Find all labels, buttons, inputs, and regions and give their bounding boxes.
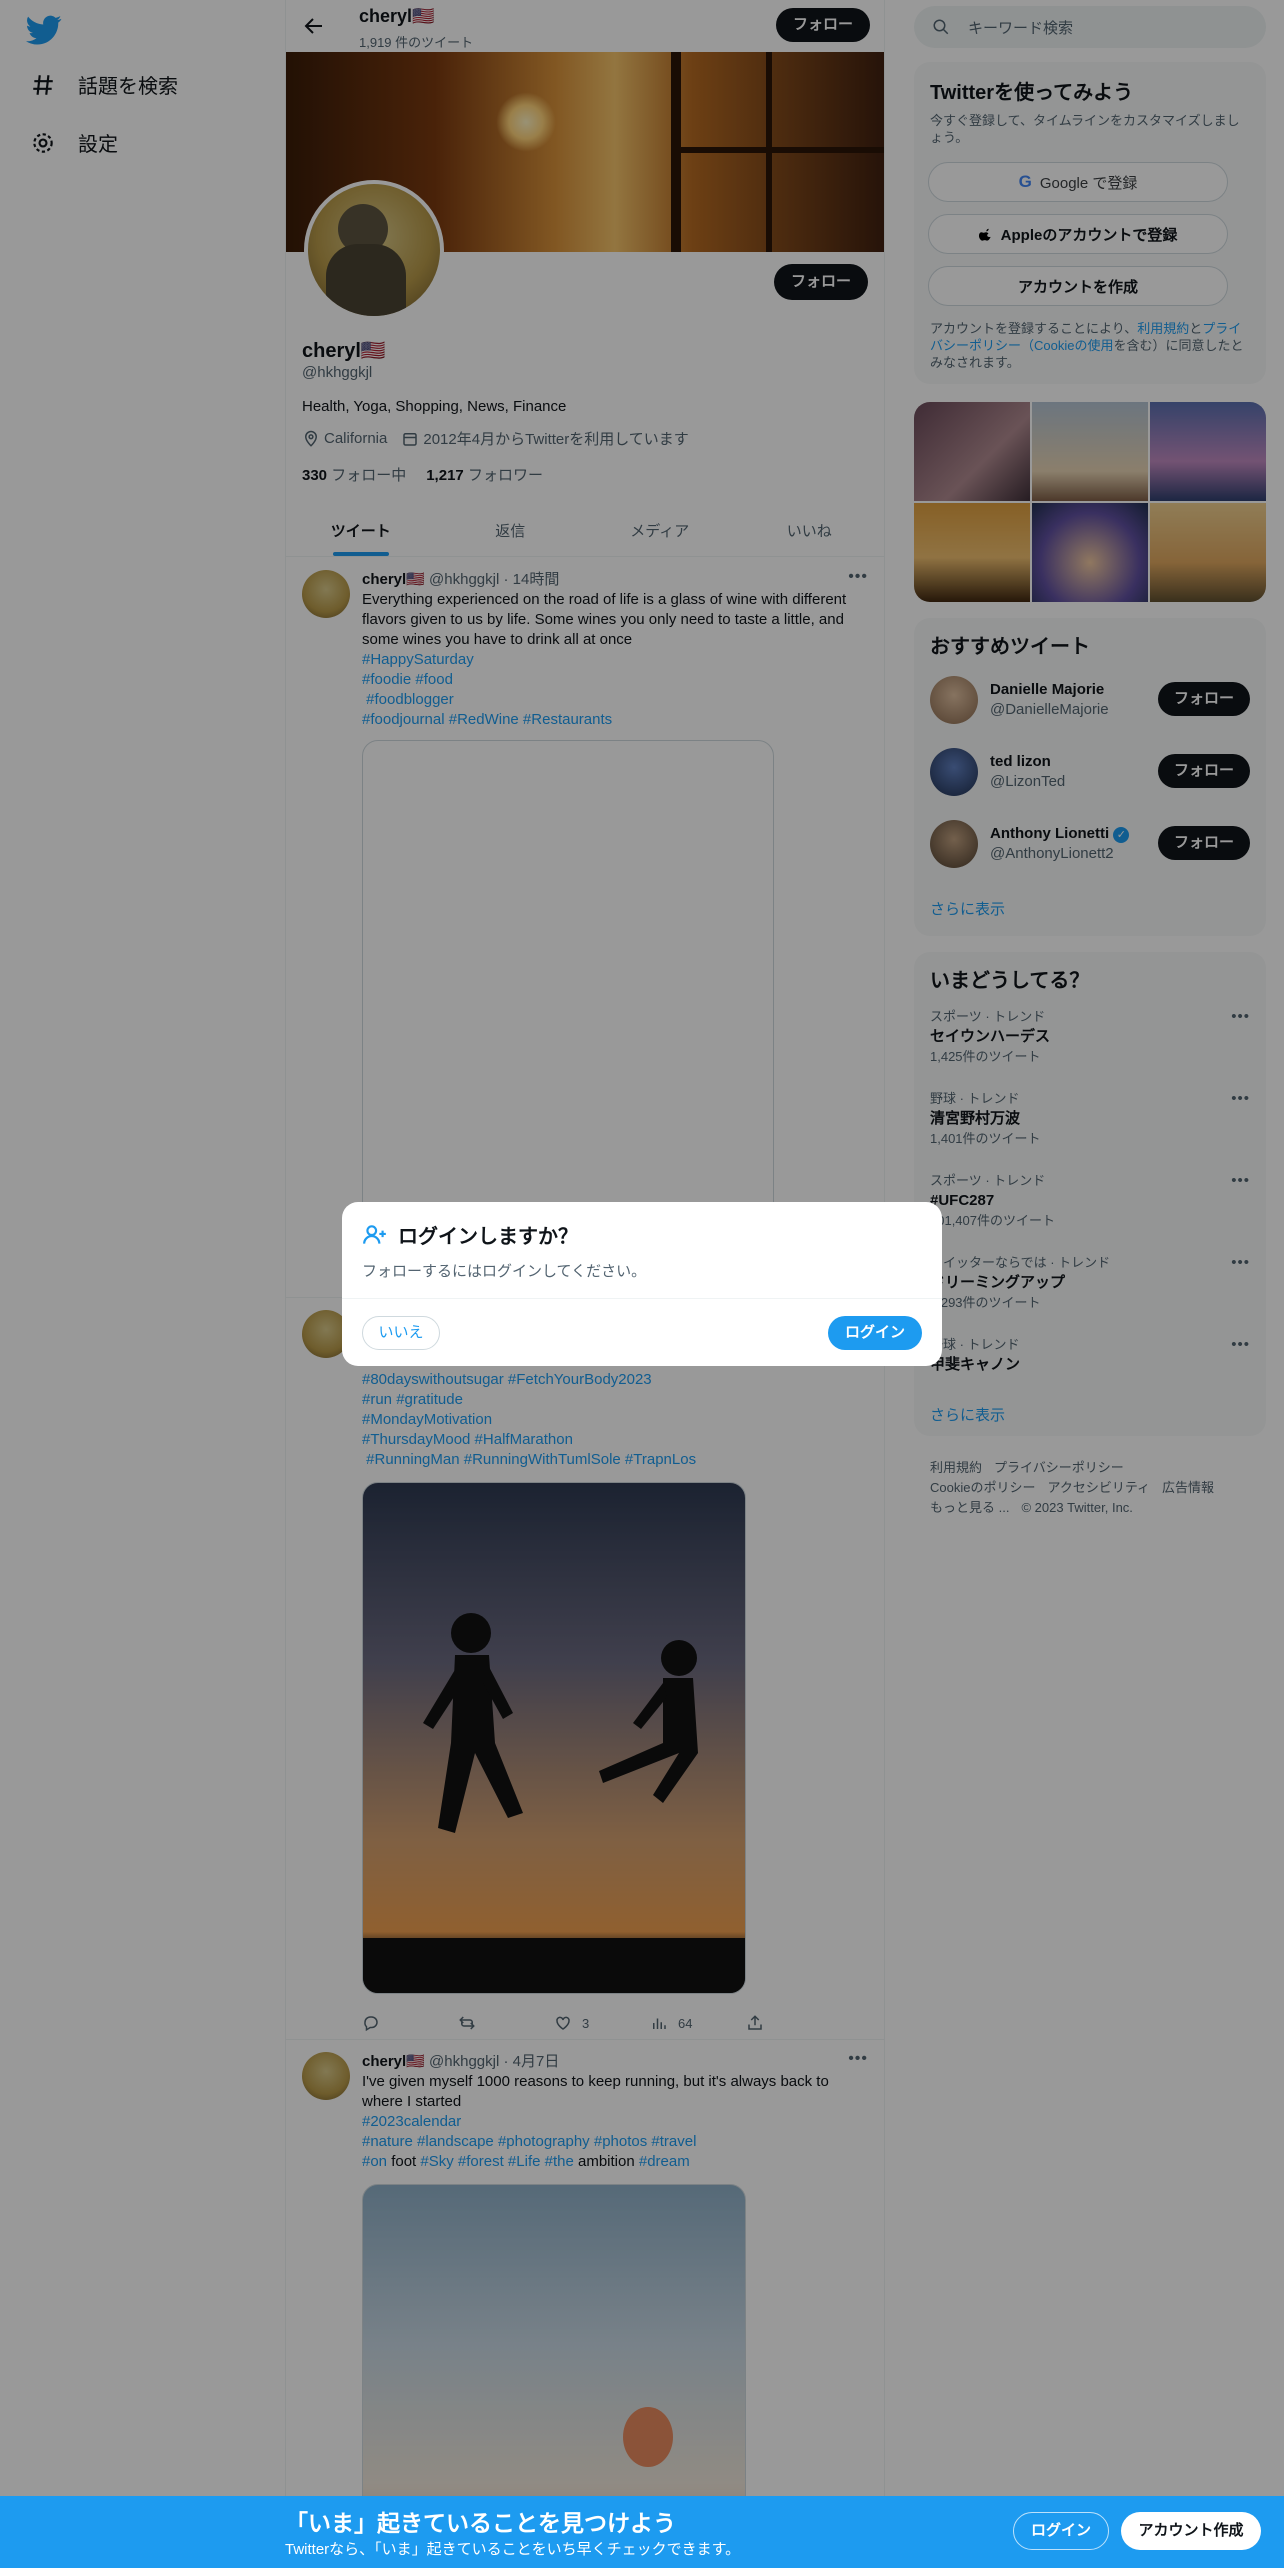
modal-body: フォローするにはログインしてください。 [362, 1263, 647, 1280]
bottom-signup-button[interactable]: アカウント作成 [1121, 2512, 1261, 2550]
login-button[interactable]: ログイン [828, 1316, 922, 1350]
bottom-login-button[interactable]: ログイン [1013, 2512, 1109, 2550]
bottom-bar-title: 「いま」起きていることを見つけよう [285, 2510, 676, 2536]
login-modal: ログインしますか？ フォローするにはログインしてください。 いいえ ログイン [342, 1202, 942, 1366]
bottom-bar-subtitle: Twitterなら、「いま」起きていることをいち早くチェックできます。 [285, 2541, 741, 2558]
add-user-icon [363, 1224, 386, 1244]
cancel-button[interactable]: いいえ [362, 1316, 440, 1350]
modal-title: ログインしますか？ [398, 1226, 578, 1248]
modal-divider [342, 1298, 942, 1299]
bottom-signup-bar: 「いま」起きていることを見つけよう Twitterなら、「いま」起きていることを… [0, 2496, 1284, 2568]
modal-header: ログインしますか？ [362, 1220, 578, 1249]
